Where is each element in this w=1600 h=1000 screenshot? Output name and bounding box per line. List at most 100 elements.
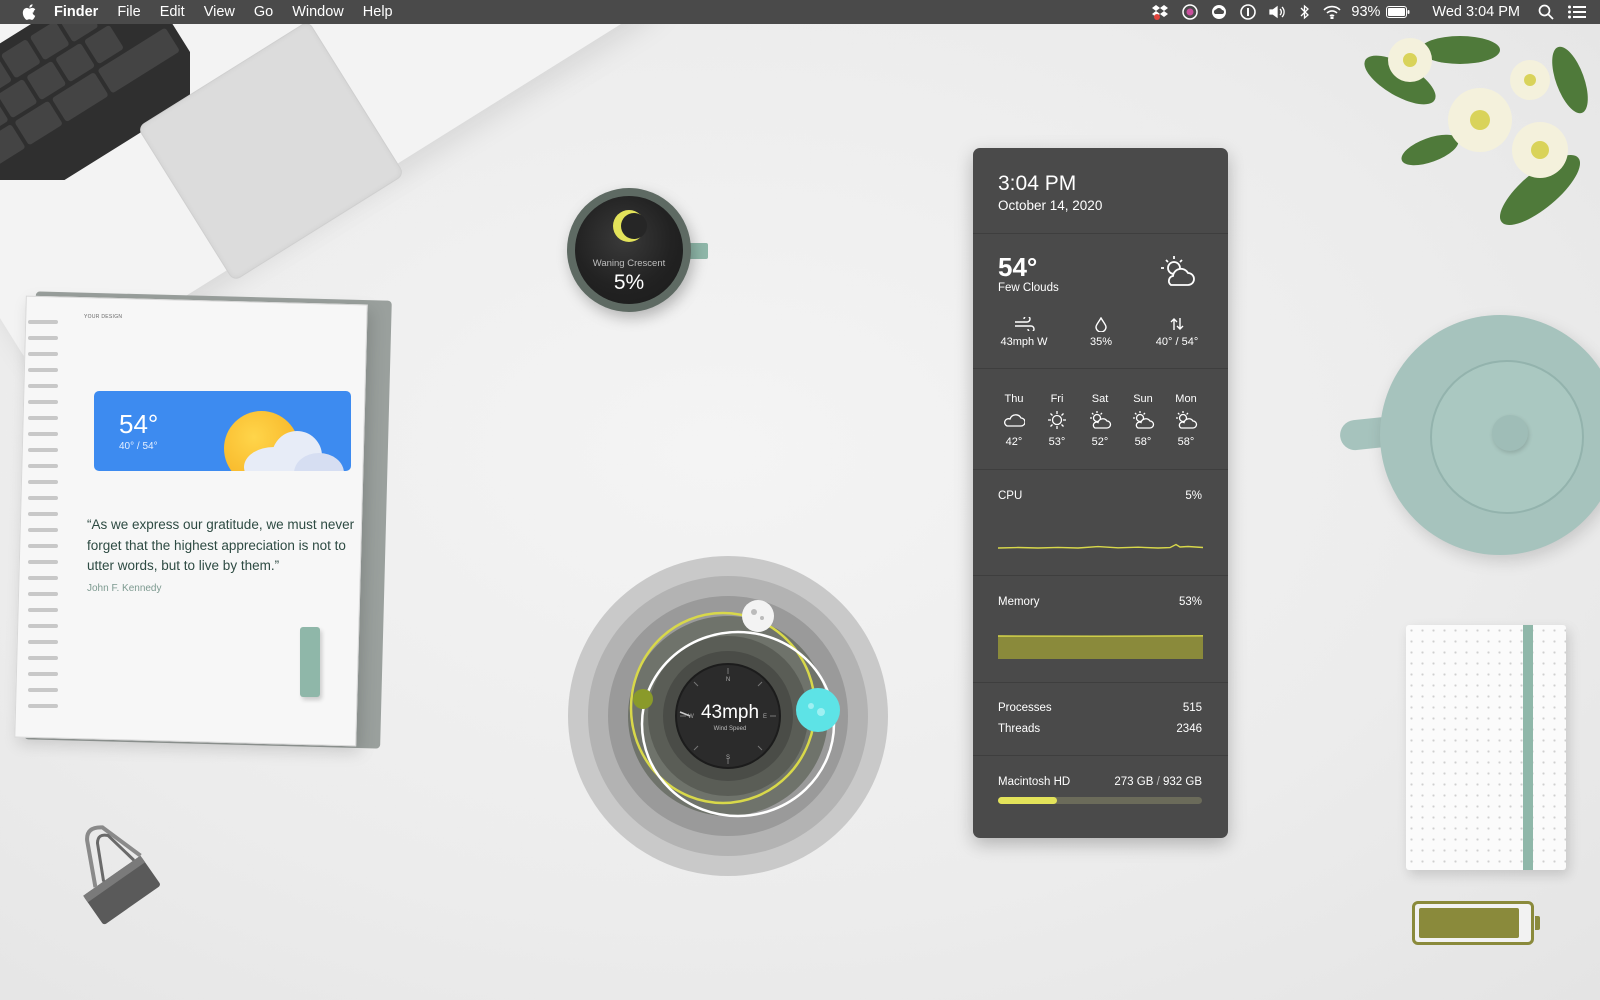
menu-edit[interactable]: Edit xyxy=(160,4,185,20)
menu-window[interactable]: Window xyxy=(292,4,344,20)
weather-card-temp: 54° xyxy=(119,409,159,439)
menu-view[interactable]: View xyxy=(204,4,235,20)
forecast-day: Thu 42° xyxy=(994,393,1034,448)
apple-icon[interactable] xyxy=(18,0,40,24)
battery-terminal xyxy=(1535,916,1540,930)
forecast-day-name: Fri xyxy=(1050,393,1064,405)
forecast-temp: 42° xyxy=(1005,436,1023,448)
forecast-day: Fri 53° xyxy=(1037,393,1077,448)
menubar-clock[interactable]: Wed 3:04 PM xyxy=(1432,4,1520,20)
eraser xyxy=(300,627,320,697)
cpu-label: CPU xyxy=(998,490,1023,502)
disk-usage: 273 GB / 932 GB xyxy=(1114,776,1202,788)
forecast-day: Sun 58° xyxy=(1123,393,1163,448)
partly-cloudy-icon xyxy=(1123,409,1163,431)
wind-icon xyxy=(989,315,1059,333)
notepad-band xyxy=(1523,625,1533,870)
dropbox-icon[interactable] xyxy=(1151,0,1169,24)
disk-label: Macintosh HD xyxy=(998,776,1071,788)
forecast-temp: 58° xyxy=(1177,436,1195,448)
wind-stat-value: 43mph W xyxy=(1000,336,1048,348)
partly-cloudy-icon xyxy=(1080,409,1120,431)
battery-icon[interactable] xyxy=(1386,0,1410,24)
weather-card-widget[interactable]: 54° 40° / 54° xyxy=(94,391,351,471)
dotted-notepad xyxy=(1406,625,1566,870)
spotlight-icon[interactable] xyxy=(1538,0,1554,24)
forecast-temp: 53° xyxy=(1048,436,1066,448)
partly-cloudy-icon xyxy=(1166,409,1206,431)
system-stats-panel[interactable]: 3:04 PM October 14, 2020 54° Few Clouds … xyxy=(973,148,1228,838)
droplet-icon xyxy=(1066,315,1136,333)
weather-card-range: 40° / 54° xyxy=(119,441,158,452)
moon-phase-icon xyxy=(613,210,647,242)
forecast-day: Sat 52° xyxy=(1080,393,1120,448)
processes-value: 515 xyxy=(1182,702,1202,714)
range-stat: 40° / 54° xyxy=(1142,315,1212,348)
battery-widget[interactable] xyxy=(1412,901,1540,945)
cloud-icon xyxy=(994,409,1034,431)
range-stat-value: 40° / 54° xyxy=(1155,336,1199,348)
menu-bar: Finder File Edit View Go Window Help 93%… xyxy=(0,0,1600,24)
binder-clip xyxy=(83,825,160,925)
teapot-knob xyxy=(1492,415,1528,451)
wind-speed-label: Wind Speed xyxy=(713,726,747,732)
disk-bar-fill xyxy=(998,797,1058,804)
quote-text: “As we express our gratitude, we must ne… xyxy=(87,517,355,573)
wind-speed-value: 43mph xyxy=(700,702,760,723)
forecast-temp: 58° xyxy=(1134,436,1152,448)
memory-label: Memory xyxy=(998,596,1040,608)
forecast-day-name: Thu xyxy=(1004,393,1024,405)
disk-total: 932 GB xyxy=(1163,776,1202,788)
current-condition: Few Clouds xyxy=(998,282,1059,294)
humidity-stat: 35% xyxy=(1066,315,1136,348)
memory-graph xyxy=(998,635,1203,659)
forecast-day-name: Sat xyxy=(1091,393,1109,405)
forecast-day-name: Sun xyxy=(1133,393,1153,405)
current-temp: 54° xyxy=(998,252,1038,282)
forecast-day-name: Mon xyxy=(1175,393,1197,405)
cpu-graph xyxy=(998,543,1203,549)
notebook-header: YOUR DESIGN xyxy=(84,314,123,320)
volume-icon[interactable] xyxy=(1269,0,1287,24)
wind-stat: 43mph W xyxy=(989,315,1059,348)
up-down-arrows-icon xyxy=(1142,315,1212,333)
processes-label: Processes xyxy=(998,702,1052,714)
creative-cloud-icon[interactable] xyxy=(1211,0,1227,24)
moon-illumination: 5% xyxy=(613,271,645,294)
menu-app-name[interactable]: Finder xyxy=(54,4,98,20)
mug-handle xyxy=(688,243,708,259)
notebook-rings xyxy=(28,320,58,708)
compass-n: N xyxy=(726,677,730,683)
threads-label: Threads xyxy=(998,723,1041,735)
forecast-day: Mon 58° xyxy=(1166,393,1206,448)
battery-percent[interactable]: 93% xyxy=(1351,4,1380,20)
memory-value: 53% xyxy=(1178,596,1202,608)
panel-date: October 14, 2020 xyxy=(998,198,1103,213)
sun-icon xyxy=(1037,409,1077,431)
process-section xyxy=(973,683,1228,756)
menu-file[interactable]: File xyxy=(117,4,140,20)
battery-level-fill xyxy=(1419,908,1520,938)
threads-value: 2346 xyxy=(1176,723,1202,735)
menu-help[interactable]: Help xyxy=(363,4,393,20)
quote-author: John F. Kennedy xyxy=(87,583,162,594)
memory-section xyxy=(973,576,1228,683)
moon-phase-label: Waning Crescent xyxy=(592,258,666,269)
compass-s: S xyxy=(726,755,730,761)
disk-used: 273 GB xyxy=(1114,776,1154,788)
1password-icon[interactable] xyxy=(1240,0,1257,24)
partly-cloudy-icon xyxy=(1161,256,1195,286)
panel-time: 3:04 PM xyxy=(998,172,1077,195)
screen-record-icon[interactable] xyxy=(1182,0,1199,24)
cpu-section xyxy=(973,470,1228,576)
bluetooth-icon[interactable] xyxy=(1300,0,1310,24)
flowers xyxy=(1364,36,1588,225)
humidity-stat-value: 35% xyxy=(1089,336,1113,348)
menu-go[interactable]: Go xyxy=(254,4,273,20)
control-center-icon[interactable] xyxy=(1568,0,1586,24)
forecast-temp: 52° xyxy=(1091,436,1109,448)
wifi-icon[interactable] xyxy=(1323,0,1341,24)
disk-separator: / xyxy=(1156,776,1160,788)
disk-bar-track xyxy=(998,797,1202,804)
cpu-value: 5% xyxy=(1185,490,1202,502)
